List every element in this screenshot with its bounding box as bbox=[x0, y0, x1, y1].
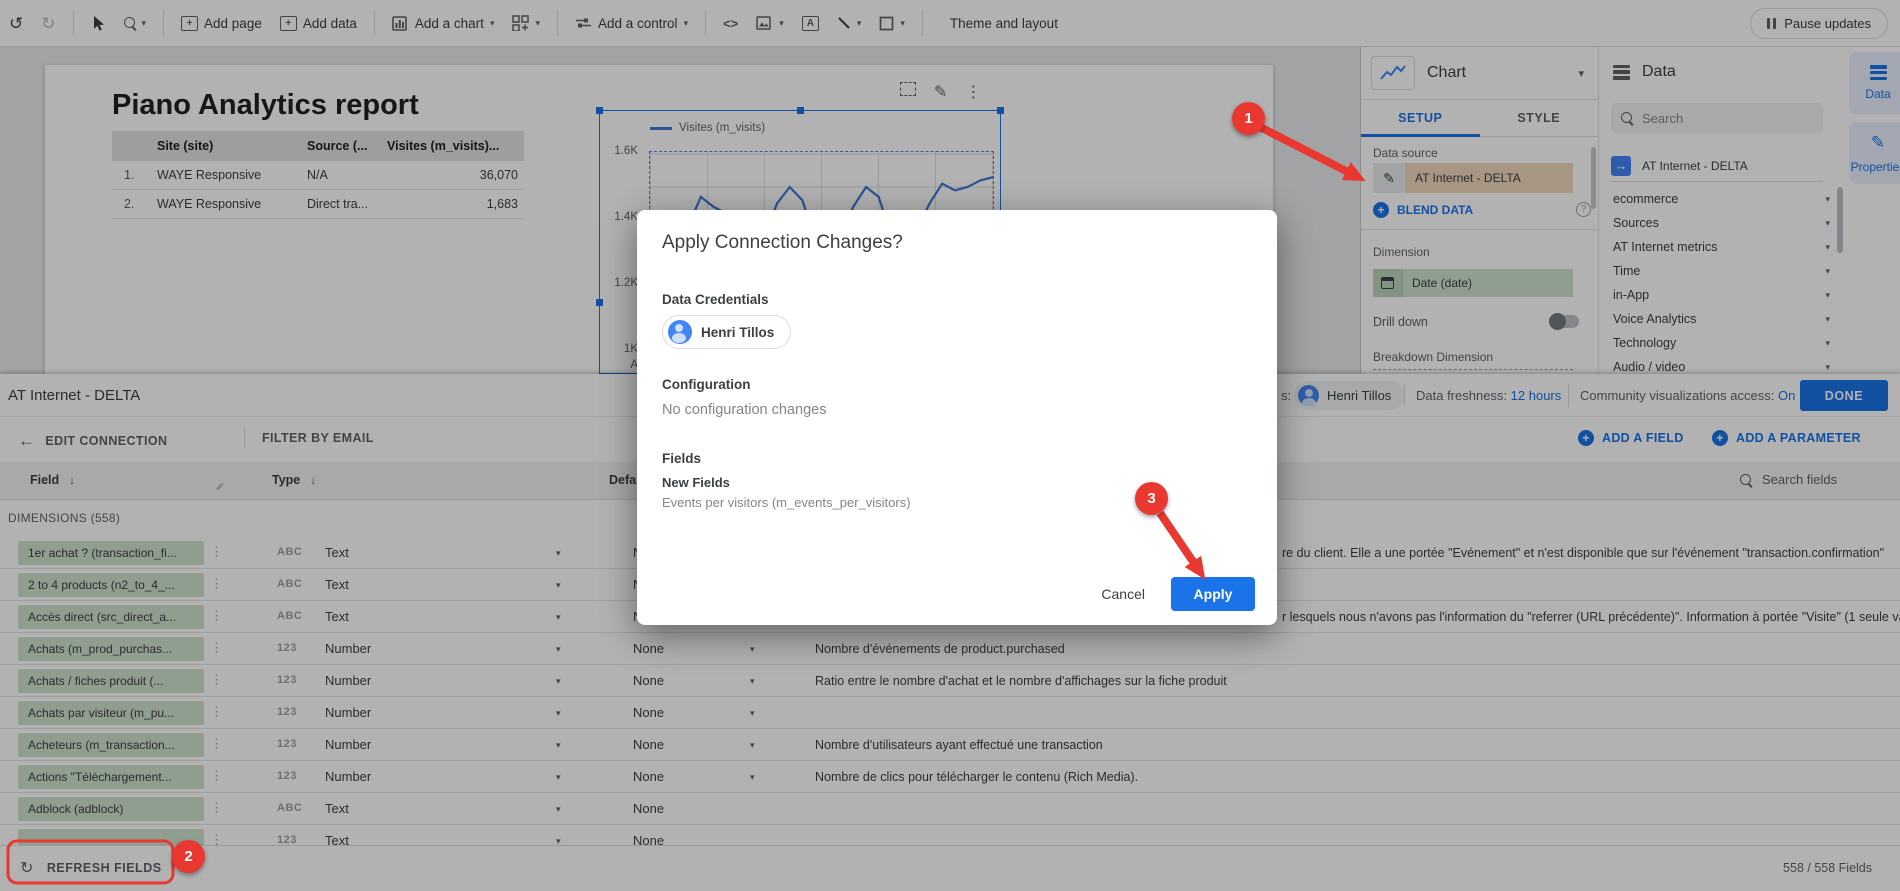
dialog-title: Apply Connection Changes? bbox=[662, 232, 903, 254]
credentials-user-chip[interactable]: Henri Tillos bbox=[662, 315, 791, 349]
credentials-user-name: Henri Tillos bbox=[701, 325, 774, 340]
dialog-actions: Cancel Apply bbox=[1101, 577, 1255, 611]
apply-button[interactable]: Apply bbox=[1171, 577, 1255, 611]
data-credentials-label: Data Credentials bbox=[662, 292, 769, 307]
new-fields-label: New Fields bbox=[662, 475, 730, 490]
cancel-button[interactable]: Cancel bbox=[1101, 586, 1145, 602]
looker-studio-app: ↺ ↻ ▾ + Add page + Add data Add a chart … bbox=[0, 0, 1900, 891]
fields-label: Fields bbox=[662, 451, 701, 466]
avatar bbox=[668, 320, 692, 344]
configuration-label: Configuration bbox=[662, 377, 750, 392]
configuration-value: No configuration changes bbox=[662, 402, 826, 418]
apply-connection-changes-dialog: Apply Connection Changes? Data Credentia… bbox=[637, 210, 1277, 625]
new-fields-value: Events per visitors (m_events_per_visito… bbox=[662, 495, 911, 510]
